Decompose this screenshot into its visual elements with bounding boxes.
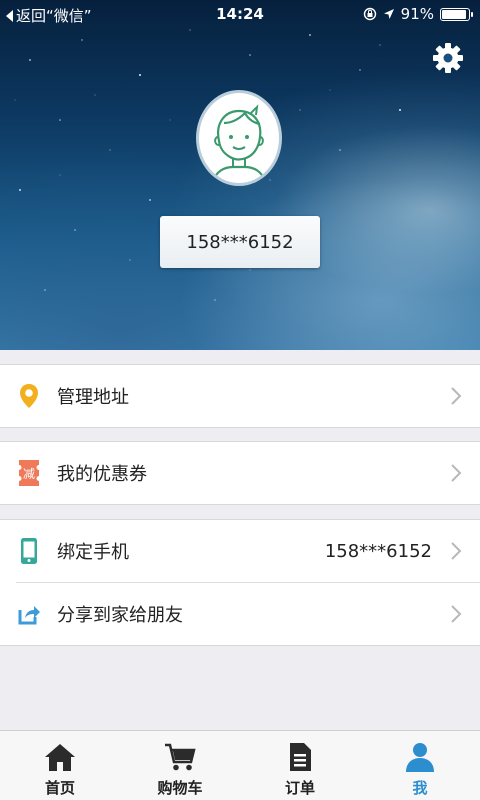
order-document-icon (283, 740, 317, 774)
chevron-right-icon (451, 387, 462, 405)
coupon-icon: 减 (16, 459, 42, 487)
phone-number-card: 158***6152 (160, 216, 320, 268)
bottom-tab-bar: 首页 购物车 订单 我 (0, 730, 480, 800)
status-bar: 返回“微信” 14:24 91% (0, 0, 480, 30)
cart-icon (163, 740, 197, 774)
masked-phone-number: 158***6152 (186, 231, 294, 253)
tab-orders[interactable]: 订单 (240, 731, 360, 800)
coupon-icon-text: 减 (23, 467, 35, 481)
rotation-lock-icon (363, 7, 376, 21)
bind-phone-label: 绑定手机 (57, 542, 129, 563)
chevron-right-icon (451, 605, 462, 623)
user-icon (403, 740, 437, 774)
phone-icon (16, 537, 42, 565)
manage-address-row[interactable]: 管理地址 (0, 365, 480, 427)
tab-cart-label: 购物车 (157, 779, 203, 797)
bound-phone-value: 158***6152 (324, 540, 432, 562)
boy-avatar-icon (211, 104, 267, 183)
avatar[interactable] (196, 90, 282, 186)
chevron-right-icon (451, 542, 462, 560)
my-coupons-label: 我的优惠券 (57, 464, 147, 485)
address-section: 管理地址 (0, 364, 480, 428)
chevron-right-icon (451, 464, 462, 482)
share-to-friends-label: 分享到家给朋友 (57, 605, 183, 626)
manage-address-label: 管理地址 (57, 387, 129, 408)
bind-phone-row[interactable]: 绑定手机 158***6152 (0, 520, 480, 582)
battery-percent: 91% (400, 5, 434, 23)
tab-cart[interactable]: 购物车 (120, 731, 240, 800)
location-arrow-icon (383, 9, 394, 19)
my-coupons-row[interactable]: 减 我的优惠券 (0, 442, 480, 504)
tab-me[interactable]: 我 (360, 731, 480, 800)
location-pin-icon (16, 382, 42, 410)
settings-gear-icon[interactable] (430, 40, 466, 76)
tab-home-label: 首页 (44, 779, 75, 797)
profile-header: 返回“微信” 14:24 91% 158***6152 (0, 0, 480, 350)
battery-level-fill (442, 9, 466, 19)
tab-orders-label: 订单 (284, 779, 315, 797)
battery-icon (440, 7, 473, 21)
account-section: 绑定手机 158***6152 分享到家给朋友 (0, 519, 480, 646)
share-to-friends-row[interactable]: 分享到家给朋友 (0, 583, 480, 645)
share-icon (16, 600, 42, 628)
tab-home[interactable]: 首页 (0, 731, 120, 800)
home-icon (43, 740, 77, 774)
coupons-section: 减 我的优惠券 (0, 441, 480, 505)
tab-me-label: 我 (412, 779, 428, 797)
